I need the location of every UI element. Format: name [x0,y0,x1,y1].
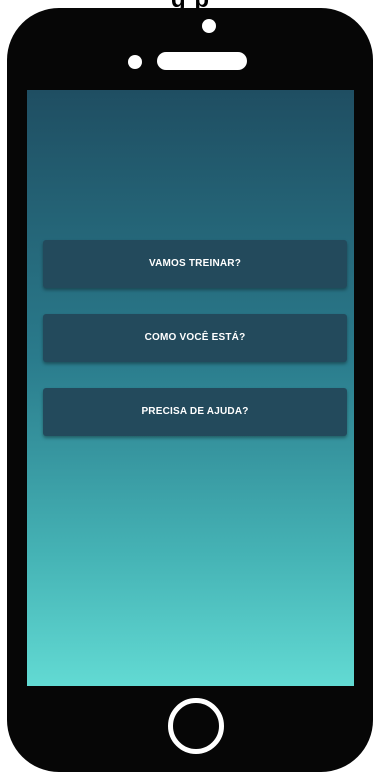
como-voce-esta-button[interactable]: COMO VOCÊ ESTÁ? [43,314,347,362]
front-camera-icon [202,19,216,33]
vamos-treinar-button[interactable]: VAMOS TREINAR? [43,240,347,288]
earpiece-speaker-icon [157,52,247,70]
precisa-de-ajuda-button[interactable]: PRECISA DE AJUDA? [43,388,347,436]
proximity-sensor-icon [128,55,142,69]
phone-frame: VAMOS TREINAR? COMO VOCÊ ESTÁ? PRECISA D… [7,8,373,772]
home-button-icon[interactable] [168,698,224,754]
page: g p VAMOS TREINAR? COMO VOCÊ ESTÁ? PRECI… [0,0,381,775]
app-screen: VAMOS TREINAR? COMO VOCÊ ESTÁ? PRECISA D… [27,90,354,686]
